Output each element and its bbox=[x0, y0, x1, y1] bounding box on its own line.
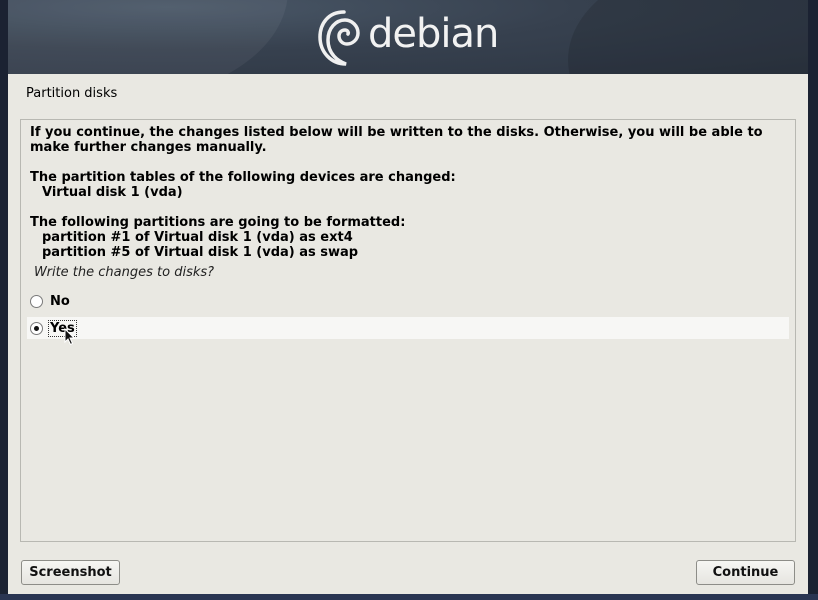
message-partition-item: partition #5 of Virtual disk 1 (vda) as … bbox=[42, 245, 359, 260]
page-title: Partition disks bbox=[26, 86, 118, 101]
confirmation-message: If you continue, the changes listed belo… bbox=[30, 125, 790, 260]
message-intro: If you continue, the changes listed belo… bbox=[30, 125, 763, 155]
message-device-item: Virtual disk 1 (vda) bbox=[42, 185, 183, 200]
installer-banner: debian bbox=[8, 0, 808, 74]
radio-yes[interactable] bbox=[30, 321, 43, 335]
continue-button[interactable]: Continue bbox=[696, 560, 795, 585]
option-yes[interactable]: Yes bbox=[27, 317, 789, 339]
message-partition-item: partition #1 of Virtual disk 1 (vda) as … bbox=[42, 230, 353, 245]
question-label: Write the changes to disks? bbox=[34, 265, 215, 280]
mouse-pointer-icon bbox=[64, 328, 76, 346]
logo-wordmark: debian bbox=[368, 11, 499, 57]
debian-logo: debian bbox=[314, 4, 499, 70]
banner-decoration bbox=[8, 0, 288, 74]
banner-decoration bbox=[568, 0, 808, 74]
debian-swirl-icon bbox=[318, 10, 360, 66]
frame-left bbox=[0, 0, 8, 600]
message-partitions-heading: The following partitions are going to be… bbox=[30, 215, 406, 230]
option-no-label[interactable]: No bbox=[49, 294, 71, 309]
screenshot-button[interactable]: Screenshot bbox=[21, 560, 120, 585]
content-panel: If you continue, the changes listed belo… bbox=[20, 119, 796, 542]
frame-right bbox=[808, 0, 818, 600]
taskbar-strip bbox=[0, 594, 818, 600]
option-no[interactable]: No bbox=[27, 290, 789, 312]
installer-window: Partition disks If you continue, the cha… bbox=[8, 74, 808, 594]
radio-no[interactable] bbox=[30, 294, 43, 308]
message-devices-heading: The partition tables of the following de… bbox=[30, 170, 456, 185]
